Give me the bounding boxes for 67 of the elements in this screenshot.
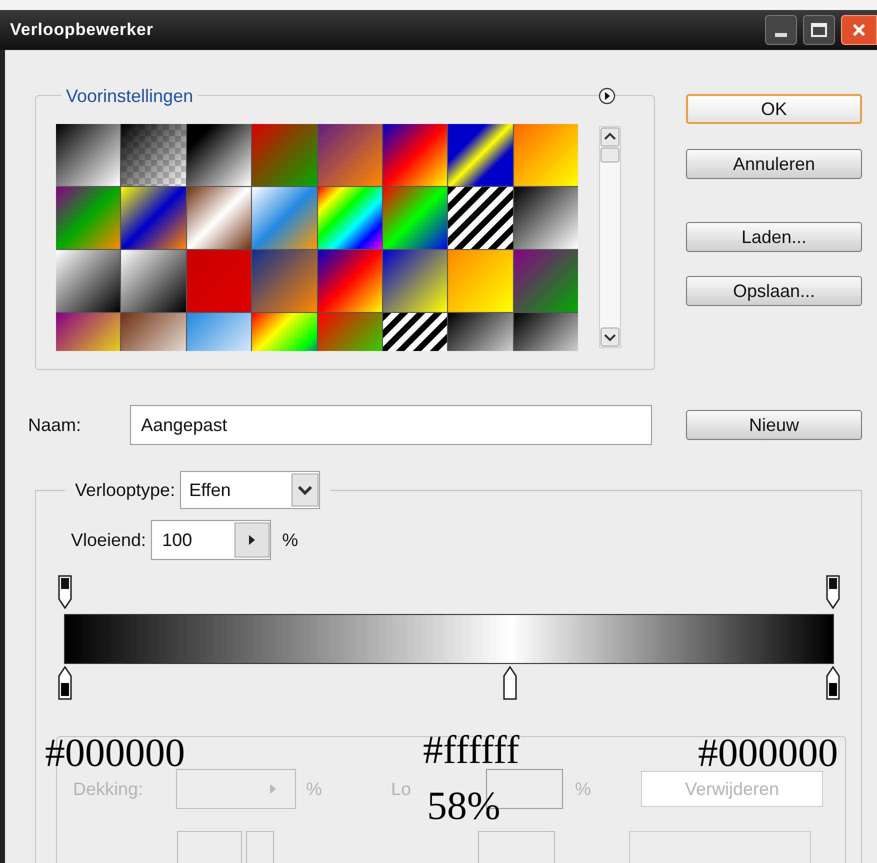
opacity-stop[interactable] bbox=[826, 575, 840, 609]
gradient-swatch[interactable] bbox=[252, 124, 316, 186]
color-stop[interactable] bbox=[503, 666, 518, 700]
gradient-swatch[interactable] bbox=[382, 187, 448, 249]
gradient-swatch[interactable] bbox=[448, 124, 513, 186]
name-label: Naam: bbox=[28, 414, 82, 436]
input-field[interactable] bbox=[177, 831, 242, 863]
scrollbar[interactable] bbox=[599, 126, 621, 348]
gradient-swatch[interactable] bbox=[448, 250, 513, 312]
annotation-text: 58% bbox=[427, 786, 500, 826]
gradient-swatch[interactable] bbox=[56, 187, 120, 249]
opacity-field[interactable] bbox=[176, 769, 296, 809]
percent-label: % bbox=[282, 528, 298, 552]
gradient-swatch[interactable] bbox=[186, 250, 252, 312]
opacity-label: Dekking: bbox=[73, 778, 144, 801]
gradient-swatch[interactable] bbox=[186, 187, 252, 249]
gradient-swatch[interactable] bbox=[514, 250, 578, 312]
arrow-right-icon[interactable] bbox=[234, 522, 270, 558]
gradient-swatch[interactable] bbox=[382, 124, 448, 186]
color-stop[interactable] bbox=[826, 666, 840, 700]
dialog-button[interactable]: Annuleren bbox=[686, 149, 862, 179]
gradient-swatch[interactable] bbox=[318, 124, 382, 186]
gradient-swatch[interactable] bbox=[56, 124, 120, 186]
opacity-stop[interactable] bbox=[58, 575, 72, 609]
gradient-swatch[interactable] bbox=[318, 250, 382, 312]
smoothness-label: Vloeiend: bbox=[71, 528, 146, 552]
percent-label: % bbox=[306, 778, 324, 800]
maximize-button[interactable] bbox=[803, 15, 835, 45]
color-stop[interactable] bbox=[58, 666, 72, 700]
annotation-text: #000000 bbox=[698, 733, 838, 773]
gradient-swatch[interactable] bbox=[318, 187, 382, 249]
gradient-swatch[interactable] bbox=[382, 250, 448, 312]
gradient-swatch[interactable] bbox=[186, 124, 252, 186]
scroll-down-icon[interactable] bbox=[600, 327, 620, 347]
gradient-swatch[interactable] bbox=[448, 187, 513, 249]
name-field[interactable]: Aangepast bbox=[130, 405, 652, 445]
dialog-button[interactable]: Laden... bbox=[686, 222, 862, 252]
minimize-icon bbox=[775, 33, 787, 37]
input-field[interactable] bbox=[478, 831, 555, 863]
maximize-icon bbox=[811, 23, 827, 37]
smoothness-field[interactable]: 100 bbox=[151, 520, 272, 560]
location-label: Lo bbox=[391, 778, 412, 800]
gradient-type-dropdown[interactable]: Effen bbox=[180, 471, 320, 509]
gradient-type-label: Verlooptype: bbox=[75, 478, 176, 502]
gradient-swatch[interactable] bbox=[252, 187, 316, 249]
arrow-right-icon bbox=[269, 783, 277, 795]
percent-label: % bbox=[575, 778, 592, 800]
annotation-text: #ffffff bbox=[423, 730, 520, 770]
dialog-button[interactable]: OK bbox=[686, 94, 862, 124]
close-button[interactable] bbox=[841, 15, 877, 45]
input-field[interactable] bbox=[246, 831, 274, 863]
dialog-button[interactable]: Opslaan... bbox=[686, 276, 862, 306]
scroll-thumb[interactable] bbox=[600, 147, 620, 163]
gradient-swatch[interactable] bbox=[56, 250, 120, 312]
gradient-swatch[interactable] bbox=[514, 124, 578, 186]
window-title: Verloopbewerker bbox=[10, 19, 154, 42]
gradient-swatch[interactable] bbox=[121, 187, 186, 249]
new-button[interactable]: Nieuw bbox=[686, 410, 862, 440]
gradient-swatch[interactable] bbox=[121, 250, 186, 312]
gradient-swatch[interactable] bbox=[121, 124, 186, 186]
gradient-swatch[interactable] bbox=[252, 250, 316, 312]
close-icon bbox=[852, 23, 866, 37]
scroll-up-icon[interactable] bbox=[600, 127, 620, 147]
annotation-text: #000000 bbox=[45, 733, 185, 773]
minimize-button[interactable] bbox=[765, 15, 797, 45]
input-field[interactable] bbox=[629, 831, 811, 863]
gradient-swatch[interactable] bbox=[514, 187, 578, 249]
